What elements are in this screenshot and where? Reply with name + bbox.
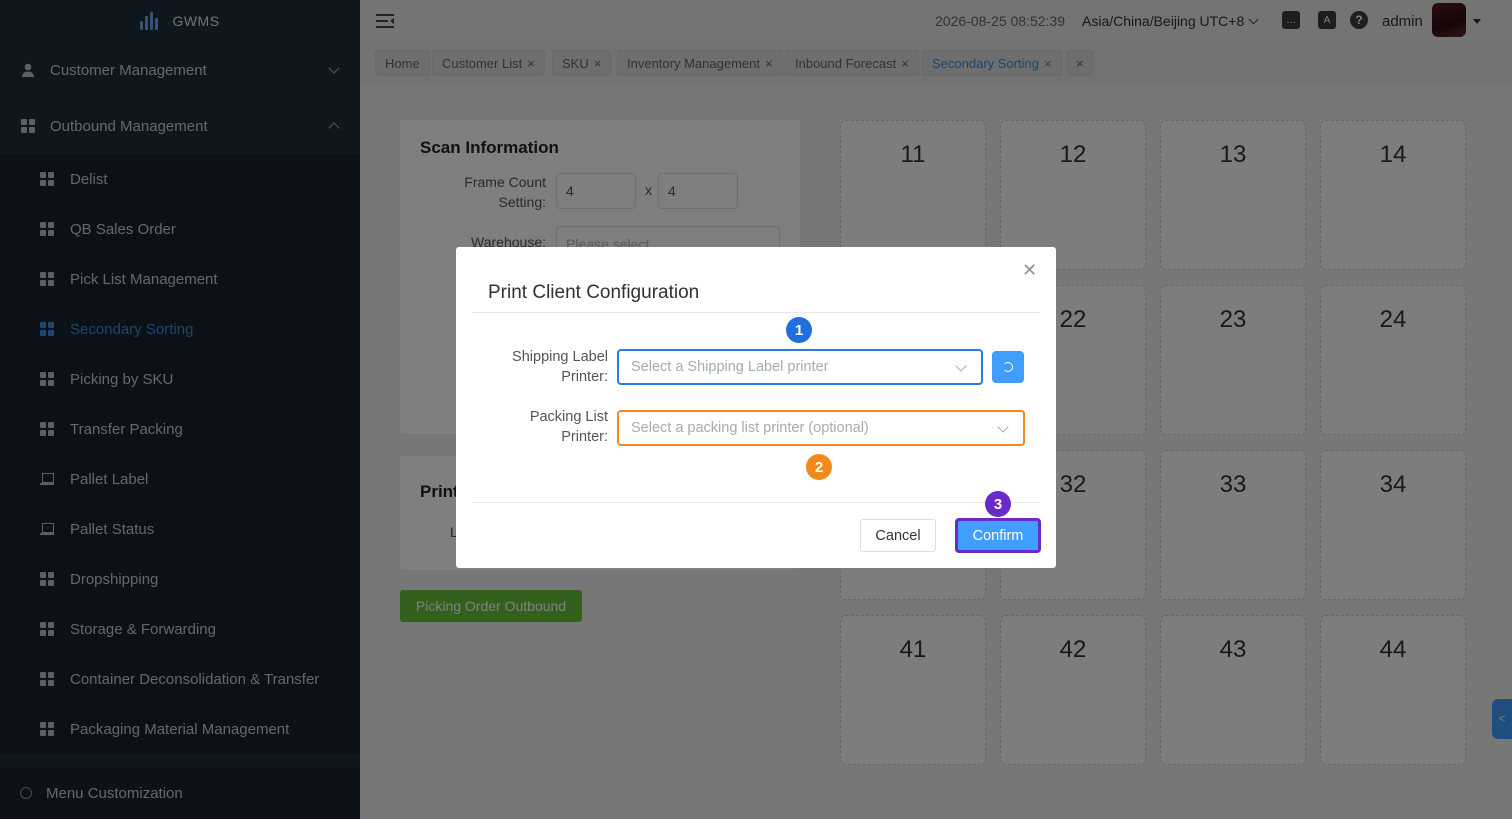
packing-list-printer-select[interactable]: Select a packing list printer (optional) xyxy=(617,410,1025,446)
step-badge-3: 3 xyxy=(985,491,1011,517)
confirm-button[interactable]: Confirm xyxy=(955,518,1041,553)
chevron-down-icon xyxy=(955,360,967,372)
print-client-config-dialog: Print Client Configuration ✕ 1 Shipping … xyxy=(456,247,1056,568)
packing-list-printer-label: Packing List Printer: xyxy=(496,407,608,447)
divider xyxy=(472,502,1040,503)
shipping-label-printer-select[interactable]: Select a Shipping Label printer xyxy=(617,349,983,385)
step-badge-2: 2 xyxy=(806,454,832,480)
chevron-down-icon xyxy=(997,421,1009,433)
label-line: Printer: xyxy=(561,429,608,445)
cancel-button[interactable]: Cancel xyxy=(860,519,936,552)
refresh-icon xyxy=(1003,362,1013,372)
select-placeholder: Select a packing list printer (optional) xyxy=(631,420,869,436)
step-badge-1: 1 xyxy=(786,317,812,343)
label-line: Printer: xyxy=(561,369,608,385)
dialog-title: Print Client Configuration xyxy=(488,282,700,303)
label-line: Shipping Label xyxy=(512,349,608,365)
shipping-label-printer-label: Shipping Label Printer: xyxy=(496,347,608,387)
select-placeholder: Select a Shipping Label printer xyxy=(631,359,829,375)
divider xyxy=(472,312,1040,313)
label-line: Packing List xyxy=(529,409,608,425)
close-icon[interactable]: ✕ xyxy=(1022,260,1037,281)
refresh-printers-button[interactable] xyxy=(992,351,1024,383)
